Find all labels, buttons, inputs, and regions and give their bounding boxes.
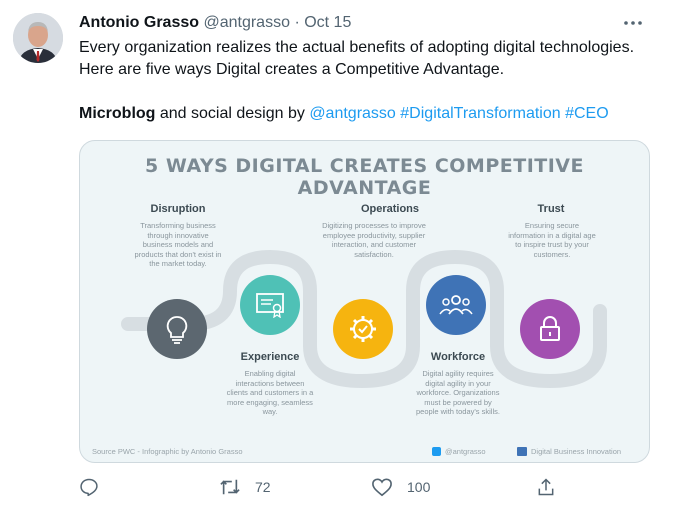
header-separator: · [294,14,300,31]
operations-title: Operations [360,203,420,215]
tweet-media-infographic[interactable]: 5 WAYS DIGITAL CREATES COMPETITIVE ADVAN… [79,140,650,463]
retweet-count: 72 [255,479,271,495]
brand-logo-icon [517,447,527,456]
experience-text: Enabling digital interactions between cl… [226,369,314,416]
certificate-icon [256,293,284,318]
people-icon [439,295,473,315]
tweet-text-line2: Microblog and social design by @antgrass… [79,103,659,125]
more-options-button[interactable] [621,12,645,34]
retweet-icon [220,479,240,495]
mention-link[interactable]: @antgrasso [309,105,396,122]
heart-icon [372,478,392,497]
reply-button[interactable] [79,475,99,499]
workforce-title: Workforce [430,351,486,363]
infographic-brand: Digital Business Innovation [517,447,621,456]
share-icon [538,478,554,496]
trust-title: Trust [537,203,565,215]
like-button[interactable]: 100 [371,475,430,499]
retweet-button[interactable]: 72 [219,475,271,499]
trust-text: Ensuring secure information in a digital… [508,221,596,259]
operations-text: Digitizing processes to improve employee… [322,221,426,259]
avatar[interactable] [13,13,63,63]
microblog-label: Microblog [79,105,156,122]
infographic-twitter: @antgrasso [432,447,486,456]
disruption-circle [147,299,207,359]
tweet-header: Antonio Grasso @antgrasso · Oct 15 [79,12,351,34]
author-handle[interactable]: @antgrasso [203,14,290,31]
disruption-text: Transforming business through innovative… [134,221,222,268]
reply-icon [80,478,98,497]
brand-name: Digital Business Innovation [531,447,622,456]
twitter-icon [432,447,441,456]
tweet-text-line1: Every organization realizes the actual b… [79,39,635,78]
infographic-source: Source PWC - Infographic by Antonio Gras… [92,447,243,456]
operations-circle [333,299,393,359]
tweet-text: Every organization realizes the actual b… [79,37,659,125]
gear-check-icon [350,316,376,342]
trust-circle [520,299,580,359]
author-name[interactable]: Antonio Grasso [79,14,199,31]
workforce-circle [426,275,486,335]
experience-title: Experience [240,351,300,363]
disruption-title: Disruption [150,203,206,215]
workforce-text: Digital agility requires digital agility… [416,369,500,416]
like-count: 100 [407,479,431,495]
share-button[interactable] [536,475,556,499]
lightbulb-icon [166,316,188,344]
padlock-icon [540,316,560,341]
hashtag-ceo[interactable]: #CEO [565,105,609,122]
tweet-actions: 72 100 [79,475,569,501]
hashtag-digital-transformation[interactable]: #DigitalTransformation [400,105,560,122]
avatar-portrait [13,13,63,63]
infographic-handle: @antgrasso [445,447,486,456]
tweet-date[interactable]: Oct 15 [304,14,351,31]
more-icon [624,21,642,25]
experience-circle [240,275,300,335]
design-text: and social design by [155,105,310,122]
